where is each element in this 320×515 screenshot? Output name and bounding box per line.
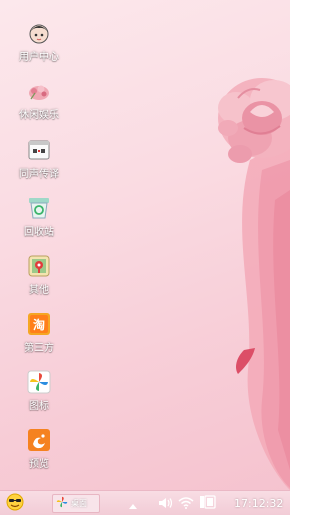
desktop-icon-label: 同声传译 bbox=[19, 169, 59, 180]
desktop: 用户中心 休闲娱乐 同声传译 回收站 其他 淘 第三方 图标 预览 bbox=[0, 0, 290, 490]
desktop-icon-label: 预览 bbox=[29, 459, 49, 470]
battery-icon bbox=[199, 494, 217, 513]
taobao-icon: 淘 bbox=[26, 311, 52, 337]
pinwheel-icon bbox=[55, 494, 69, 513]
translator-icon bbox=[26, 137, 52, 163]
speaker-icon bbox=[158, 494, 173, 513]
desktop-icon-label: 第三方 bbox=[24, 343, 54, 354]
desktop-icon-translator[interactable]: 同声传译 bbox=[8, 137, 70, 187]
taskbar-task-label: 桌面 bbox=[71, 499, 87, 508]
desktop-icon-label: 其他 bbox=[29, 285, 49, 296]
uc-browser-icon bbox=[26, 427, 52, 453]
wifi-icon bbox=[178, 494, 194, 513]
pinwheel-icon bbox=[26, 369, 52, 395]
desktop-icon-label: 用户中心 bbox=[19, 52, 59, 63]
taskbar-task-button[interactable]: 桌面 bbox=[52, 494, 100, 513]
show-hidden-icons-button[interactable] bbox=[129, 491, 137, 515]
chevron-up-icon bbox=[129, 494, 137, 513]
desktop-icon-preview[interactable]: 预览 bbox=[8, 427, 70, 477]
leisure-icon bbox=[26, 78, 52, 104]
clock[interactable]: 17:12:32 bbox=[234, 491, 283, 515]
desktop-icon-label: 图标 bbox=[29, 401, 49, 412]
desktop-icon-recycle-bin[interactable]: 回收站 bbox=[8, 195, 70, 245]
start-button[interactable] bbox=[6, 491, 24, 515]
taskbar: 桌面 17:12:32 bbox=[0, 490, 290, 515]
desktop-icon-user-center[interactable]: 用户中心 bbox=[8, 20, 70, 70]
desktop-icon-third-party[interactable]: 淘 第三方 bbox=[8, 311, 70, 361]
emoji-start-icon bbox=[6, 493, 24, 515]
svg-text:淘: 淘 bbox=[33, 317, 45, 332]
other-icon bbox=[26, 253, 52, 279]
user-center-icon bbox=[26, 20, 52, 46]
desktop-icon-label: 休闲娱乐 bbox=[19, 110, 59, 121]
desktop-icon-icons[interactable]: 图标 bbox=[8, 369, 70, 419]
wifi-button[interactable] bbox=[178, 491, 194, 515]
battery-button[interactable] bbox=[199, 491, 217, 515]
clock-time: 17:12:32 bbox=[234, 497, 284, 510]
volume-button[interactable] bbox=[158, 491, 173, 515]
desktop-icon-leisure[interactable]: 休闲娱乐 bbox=[8, 78, 70, 128]
desktop-icon-other[interactable]: 其他 bbox=[8, 253, 70, 303]
recycle-bin-icon bbox=[26, 195, 52, 221]
desktop-icon-label: 回收站 bbox=[24, 227, 54, 238]
